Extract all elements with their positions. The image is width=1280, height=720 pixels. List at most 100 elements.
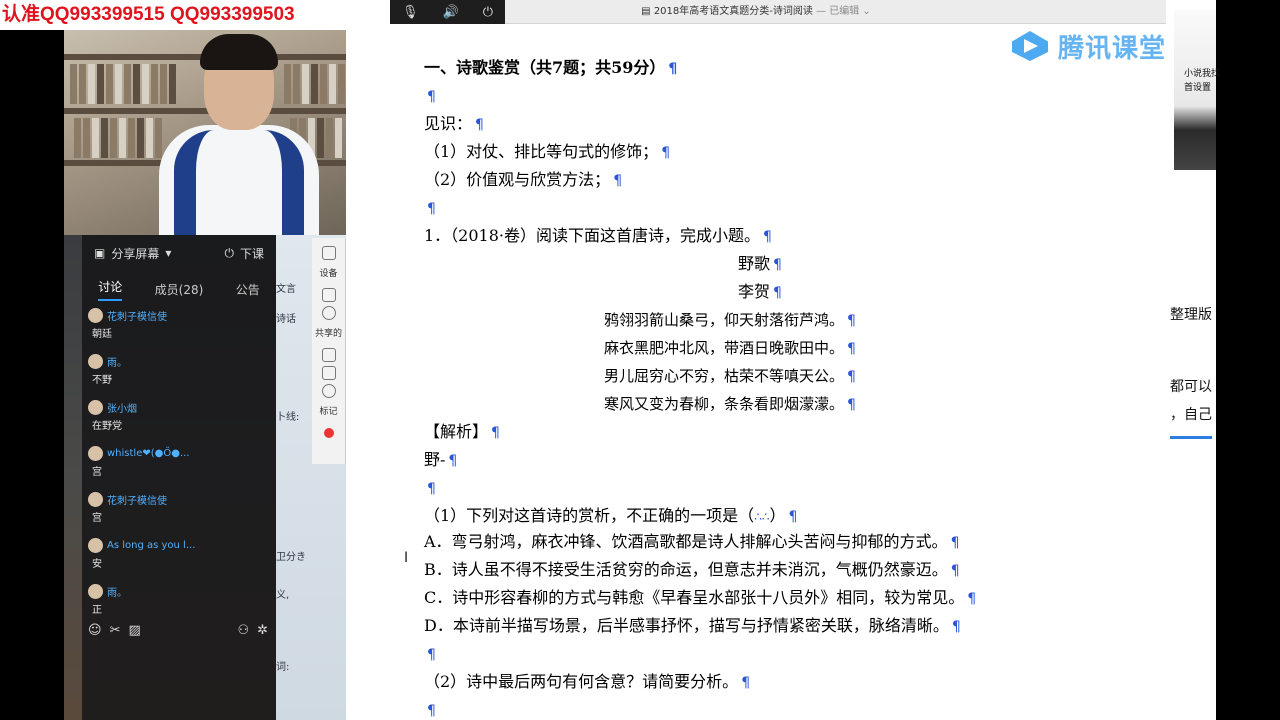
caret-down-icon: ▾	[165, 246, 172, 260]
screen-icon: ▣	[94, 246, 106, 260]
window-title: 2018年高考语文真题分类-诗词阅读	[653, 6, 813, 17]
speaker-icon[interactable]: 🔊	[443, 5, 459, 20]
emoji-icon[interactable]: ☺	[88, 623, 102, 638]
avatar	[88, 399, 103, 415]
drive-icon[interactable]	[321, 348, 336, 362]
pilcrow-icon: ¶	[741, 675, 751, 691]
pilcrow-icon: ¶	[613, 173, 623, 189]
play-logo-icon	[1008, 27, 1052, 65]
tab-discussion[interactable]: 讨论	[98, 278, 123, 301]
screen-icon[interactable]	[321, 288, 336, 302]
message-user: 花刺子模信使	[107, 311, 167, 323]
avatar	[88, 353, 103, 369]
pilcrow-icon: ¶	[427, 481, 436, 497]
document-page[interactable]: 一、诗歌鉴赏（共7题；共59分） ¶ ¶ 见识： ¶ （1）对仗、排比等句式的修饰；…	[346, 24, 1166, 720]
empty-paragraph: ¶	[424, 86, 436, 107]
watermark-text: 认准QQ993399515 QQ993399503	[0, 0, 390, 30]
sub-question-2: （2）诗中最后两句有何含意？请简要分析。 ¶	[424, 672, 751, 691]
mute-user-icon[interactable]: ⚇	[237, 623, 249, 638]
empty-paragraph: ¶	[424, 198, 436, 219]
globe-icon[interactable]	[321, 384, 336, 398]
background-text: 都可以	[1170, 379, 1212, 395]
pilcrow-icon: ¶	[427, 703, 436, 719]
power-icon[interactable]: ⏻	[483, 5, 493, 20]
insight-item-1: （1）对仗、排比等句式的修饰； ¶	[424, 142, 671, 161]
avatar	[88, 445, 103, 461]
monitor-icon[interactable]	[321, 366, 336, 380]
answer-blank[interactable]: ∴∴	[754, 510, 769, 524]
edit-state[interactable]: — 已编辑 ⌄	[816, 6, 871, 17]
background-text: 词:	[276, 662, 290, 673]
avatar	[88, 491, 103, 507]
background-text: 文言	[276, 284, 296, 295]
poem-title: 野歌 ¶	[738, 254, 782, 273]
option-c: C．诗中形容春柳的方式与韩愈《早春呈水部张十八员外》相同，较为常见。 ¶	[424, 588, 977, 607]
message-text: 不野	[92, 375, 112, 386]
chat-input-toolbar: ☺ ✂ ▨ ⚇ ✲	[88, 619, 268, 641]
pilcrow-icon: ¶	[847, 369, 856, 385]
outer-frame-left	[0, 0, 64, 720]
tab-announcement[interactable]: 公告	[236, 281, 260, 298]
image-icon[interactable]: ▨	[128, 623, 140, 638]
progress-underline	[1170, 436, 1212, 439]
pilcrow-icon: ¶	[763, 229, 772, 245]
document-icon: ▤	[641, 6, 654, 17]
message-user: 花刺子模信使	[107, 495, 167, 507]
home-icon[interactable]	[321, 246, 336, 260]
pilcrow-icon: ¶	[967, 591, 977, 607]
message-user: whistle❤(●Ő●...	[107, 447, 190, 459]
empty-paragraph: ¶	[424, 644, 436, 665]
chat-tabs: 讨论 成员(28) 公告	[82, 275, 276, 303]
webcam-feed	[64, 30, 346, 235]
camera-icon[interactable]	[321, 306, 336, 320]
pilcrow-icon: ¶	[427, 201, 436, 217]
option-d: D．本诗前半描写场景，后半感事抒怀，描写与抒情紧密关联，脉络清晰。 ¶	[424, 616, 961, 635]
end-class-label: 下课	[239, 246, 264, 261]
pilcrow-icon: ¶	[950, 563, 960, 579]
message-user: 雨。	[107, 587, 127, 599]
option-b: B．诗人虽不得不接受生活贫穷的命运，但意志并未消沉，气概仍然豪迈。 ¶	[424, 560, 960, 579]
record-icon[interactable]	[323, 428, 334, 438]
pilcrow-icon: ¶	[773, 257, 782, 273]
list-item: whistle❤(●Ő●... 宫	[88, 443, 268, 489]
teacher-shirt	[174, 130, 304, 235]
books	[70, 64, 176, 104]
message-user: 张小烟	[107, 403, 137, 415]
background-text: 整理版	[1170, 307, 1212, 323]
empty-paragraph: ¶	[424, 700, 436, 720]
pilcrow-icon: ¶	[491, 425, 500, 441]
pilcrow-icon: ¶	[661, 145, 671, 161]
power-icon: ⏻	[224, 245, 234, 260]
tab-members[interactable]: 成员(28)	[155, 281, 204, 298]
device-label: 设备	[319, 269, 338, 279]
pilcrow-icon: ¶	[788, 509, 798, 525]
share-screen-label: 分享屏幕	[111, 246, 160, 261]
background-text: ，自己	[1170, 407, 1212, 423]
background-text: 首设置	[1184, 83, 1212, 93]
shared-label: 共享的	[314, 329, 342, 339]
background-text: 卜线:	[276, 412, 300, 423]
tencent-classroom-logo: 腾讯课堂	[1008, 26, 1166, 66]
mic-icon[interactable]: 🎙	[402, 5, 419, 20]
chat-panel: ▣ 分享屏幕 ▾ ⏻ 下课 讨论 成员(28) 公告 花刺子模信使 朝廷 雨。 不野…	[64, 235, 276, 720]
list-item: As long as you l... 安	[88, 535, 268, 581]
bookshelf	[64, 108, 346, 114]
avatar	[88, 307, 103, 323]
message-text: 在野党	[92, 421, 122, 432]
empty-paragraph: ¶	[424, 478, 436, 499]
end-class-button[interactable]: ⏻ 下课	[224, 245, 264, 262]
pilcrow-icon: ¶	[427, 647, 436, 663]
share-screen-button[interactable]: ▣ 分享屏幕 ▾	[94, 245, 171, 262]
background-window-right: 小说我找 首设置 整理版 都可以 ，自己	[1166, 0, 1220, 720]
books	[74, 118, 162, 158]
mark-label: 标记	[319, 407, 338, 417]
poem-author: 李贺 ¶	[738, 282, 782, 301]
list-item: 雨。 不野	[88, 351, 268, 397]
message-list[interactable]: 花刺子模信使 朝廷 雨。 不野 张小烟 在野党 whistle❤(●Ő●... 宫 花刺…	[88, 305, 268, 627]
insight-label: 见识： ¶	[424, 114, 484, 133]
pilcrow-icon: ¶	[773, 285, 782, 301]
analysis-label: 【解析】 ¶	[424, 422, 500, 441]
settings-gear-icon[interactable]: ✲	[257, 623, 268, 638]
scissors-icon[interactable]: ✂	[110, 623, 121, 638]
presenter-toolbar: 设备 共享的 标记	[312, 238, 346, 464]
